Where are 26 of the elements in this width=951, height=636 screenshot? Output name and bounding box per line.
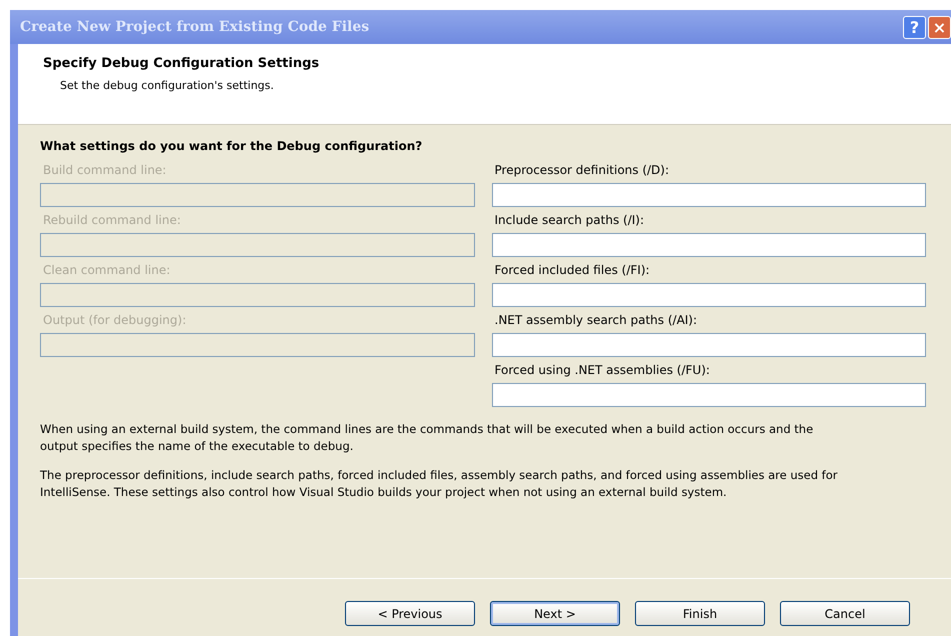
help-text: The preprocessor definitions, include search paths, forced included files, assembly search paths, and forced using assemblies are used for IntelliSense. These settings also control how Visual Studio builds your project when not using an external build system.: [40, 467, 838, 501]
page-subtitle: Set the debug configuration's settings.: [60, 79, 275, 92]
field-label: Output (for debugging):: [43, 313, 188, 327]
field-label: Clean command line:: [43, 263, 172, 277]
window-title: Create New Project from Existing Code Files: [20, 19, 370, 35]
close-button[interactable]: ×: [928, 16, 951, 38]
field-label: Forced using .NET assemblies (/FU):: [494, 363, 711, 377]
wizard-button[interactable]: < Previous: [345, 601, 475, 626]
wizard-button[interactable]: Cancel: [780, 601, 910, 626]
input-field[interactable]: [492, 183, 926, 207]
field-label: Preprocessor definitions (/D):: [494, 163, 670, 177]
input-field[interactable]: [492, 283, 926, 307]
field-label: .NET assembly search paths (/AI):: [494, 313, 698, 327]
help-button[interactable]: ?: [903, 16, 926, 38]
field-label: Forced included files (/FI):: [494, 263, 651, 277]
field-label: Rebuild command line:: [43, 213, 182, 227]
field-label: Build command line:: [43, 163, 168, 177]
field-label: Include search paths (/I):: [494, 213, 646, 227]
page-title: Specify Debug Configuration Settings: [43, 56, 320, 71]
input-field[interactable]: [492, 233, 926, 257]
section-heading: What settings do you want for the Debug configuration?: [40, 139, 424, 153]
help-text: When using an external build system, the command lines are the commands that will be executed when a build action occurs and the output specifies the name of the executable to debug.: [40, 421, 814, 455]
input-field[interactable]: [492, 333, 926, 357]
wizard-button[interactable]: Next >: [490, 601, 620, 626]
input-field[interactable]: [492, 383, 926, 407]
wizard-button[interactable]: Finish: [635, 601, 765, 626]
